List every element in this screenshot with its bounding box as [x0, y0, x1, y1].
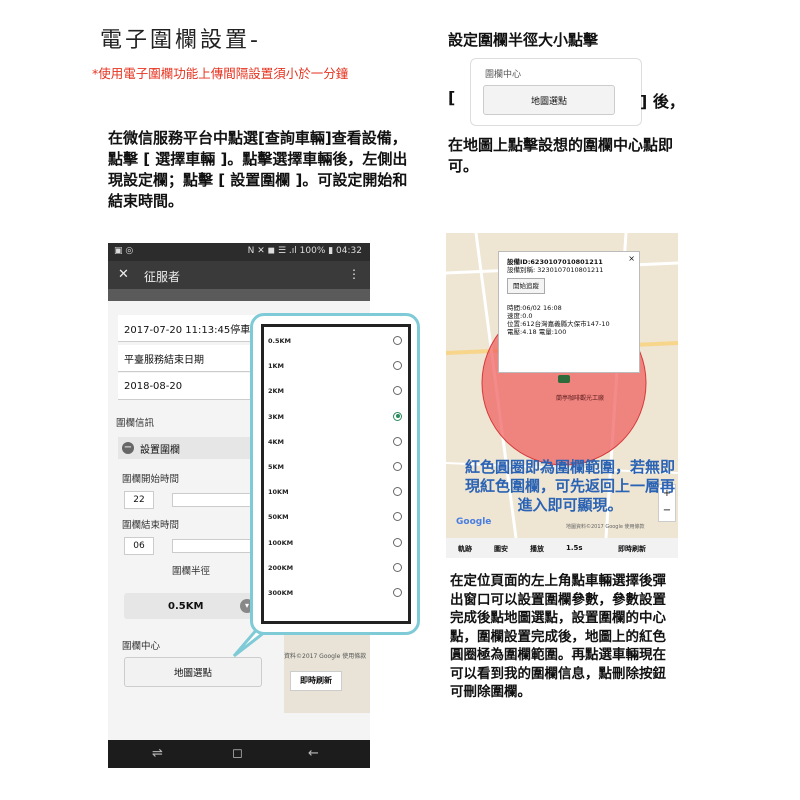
- end-time-slider[interactable]: [172, 539, 254, 553]
- radius-option-radio[interactable]: [393, 462, 402, 471]
- radius-option-label: 4KM: [268, 437, 285, 446]
- info-speed: 速度:0.0: [507, 312, 533, 320]
- google-logo: Google: [456, 517, 492, 527]
- fence-overlay-note: 紅色圓圈即為圍欄範圍，若無即現紅色圍欄，可先返回上一層再進入即可顯現。: [464, 458, 675, 514]
- map-strip: [108, 289, 370, 301]
- fence-info-heading: 圍欄信訊: [116, 418, 155, 429]
- set-fence-label: 設置圍欄: [140, 444, 180, 456]
- radius-option-radio[interactable]: [393, 386, 402, 396]
- app-bar: ✕ 征服者 ⋮: [108, 261, 370, 289]
- fence-center-label: 圍欄中心: [485, 70, 522, 80]
- map-bottom-bar: 軌跡 圍安 播放 1.5s 即時刷新: [446, 538, 678, 558]
- radius-option-label: 1KM: [268, 362, 285, 371]
- device-name: 設備別稱: 3230107010801211: [507, 266, 604, 274]
- start-tracking-button[interactable]: 開始追蹤: [507, 278, 545, 294]
- service-end-label: 平臺服務結束日期: [124, 354, 204, 366]
- radius-select-value: 0.5KM: [168, 600, 204, 612]
- start-time-slider[interactable]: [172, 493, 254, 507]
- radius-option-radio[interactable]: [393, 487, 402, 497]
- stop-time-text: 2017-07-20 11:13:45停車: [124, 324, 251, 336]
- fence-center-card: 圍欄中心 地圖選點: [470, 58, 642, 126]
- info-voltage: 電壓:4.18 電量:100: [507, 328, 567, 336]
- recent-icon[interactable]: ←: [308, 746, 319, 761]
- car-icon[interactable]: [558, 375, 570, 383]
- fence-center-label-phone: 圍欄中心: [122, 641, 161, 652]
- radius-option-label: 100KM: [268, 538, 294, 547]
- radius-option-radio[interactable]: [393, 336, 402, 345]
- radius-popup-frame: 0.5KM 1KM 2KM 3KM 4KM 5KM 10KM 50KM 100KM 200KM 30…: [250, 313, 420, 635]
- service-end-date: 2018-08-20: [124, 380, 183, 392]
- right-top-title: 設定圍欄半徑大小點擊: [448, 31, 599, 49]
- radius-option-label: 0.5KM: [268, 337, 292, 345]
- radius-option-label: 50KM: [268, 513, 289, 522]
- radius-option-radio[interactable]: [393, 361, 402, 371]
- map-bottom-item[interactable]: 1.5s: [566, 544, 583, 552]
- app-title: 征服者: [144, 270, 181, 284]
- map-credit: 資料©2017 Google 使用條款: [284, 653, 367, 660]
- refresh-button[interactable]: 即時刷新: [290, 671, 342, 691]
- poi-label: 蘭亭咖啡觀光工廠: [556, 395, 605, 402]
- warning-note: *使用電子圍欄功能上傳間隔設置須小於一分鐘: [92, 66, 349, 81]
- radius-option-radio[interactable]: [393, 562, 402, 572]
- radius-option-label: 2KM: [268, 387, 285, 396]
- bracket-open: [: [448, 88, 456, 107]
- map-bottom-item[interactable]: 軌跡: [458, 544, 472, 554]
- close-icon-info[interactable]: ×: [628, 255, 635, 263]
- map-pick-button[interactable]: 地圖選點: [124, 657, 262, 687]
- info-window: 設備ID:6230107010801211 設備別稱: 323010701080…: [498, 251, 640, 373]
- map-pick-button-sample[interactable]: 地圖選點: [483, 85, 615, 115]
- device-id: 設備ID:6230107010801211: [507, 258, 603, 266]
- status-icons-left: ▣ ◎: [114, 246, 134, 256]
- radius-option-radio[interactable]: [393, 588, 402, 597]
- radius-option-label: 200KM: [268, 563, 294, 572]
- radius-option-radio[interactable]: [393, 436, 402, 446]
- radius-option-radio[interactable]: [393, 411, 402, 421]
- set-fence-toggle[interactable]: − 設置圍欄: [118, 437, 268, 459]
- start-time-label: 圍欄開始時間: [122, 474, 180, 485]
- close-icon[interactable]: ✕: [118, 267, 129, 282]
- more-icon[interactable]: ⋮: [348, 267, 360, 281]
- radius-option-radio[interactable]: [393, 537, 402, 547]
- end-time-value[interactable]: 06: [124, 537, 154, 555]
- map-credit-right: 地圖資料©2017 Google 使用條款: [566, 524, 645, 530]
- map-bottom-item[interactable]: 即時刷新: [618, 544, 646, 554]
- radius-option-radio[interactable]: [393, 512, 402, 522]
- home-icon[interactable]: ◻: [232, 746, 243, 761]
- minus-circle-icon: −: [122, 442, 134, 454]
- bracket-close: ] 後，: [640, 92, 685, 111]
- radius-option-label: 5KM: [268, 463, 285, 471]
- left-instructions: 在微信服務平台中點選[查詢車輛]查看設備，點擊 [ 選擇車輛 ]。點擊選擇車輛後…: [108, 129, 408, 210]
- status-icons-right: N ✕ ◼ ☰ .ıl 100% ▮ 04:32: [247, 246, 362, 256]
- start-time-value[interactable]: 22: [124, 491, 154, 509]
- bottom-instructions: 在定位頁面的左上角點車輛選擇後彈出窗口可以設置圍欄參數，參數設置完成後點地圖選點…: [450, 573, 666, 700]
- radius-option-label: 3KM: [268, 412, 285, 421]
- map-bottom-item[interactable]: 播放: [530, 544, 544, 554]
- status-bar: ▣ ◎ N ✕ ◼ ☰ .ıl 100% ▮ 04:32: [108, 243, 370, 261]
- info-time: 時間:06/02 16:08: [507, 304, 562, 312]
- page-title: 電子圍欄設置-: [100, 28, 261, 53]
- right-instructions: 在地圖上點擊設想的圍欄中心點即可。: [448, 136, 674, 175]
- end-time-label: 圍欄結束時間: [122, 520, 180, 531]
- radius-label: 圍欄半徑: [172, 566, 211, 577]
- map-bottom-item[interactable]: 圍安: [494, 544, 508, 554]
- radius-option-label: 300KM: [268, 589, 294, 597]
- back-icon[interactable]: ⇌: [152, 746, 163, 761]
- radius-options-popup: 0.5KM 1KM 2KM 3KM 4KM 5KM 10KM 50KM 100KM 200KM 30…: [261, 324, 411, 624]
- radius-option-label: 10KM: [268, 488, 289, 497]
- info-position: 位置:612台灣嘉義縣大保市147-10: [507, 320, 610, 328]
- mini-map-area: [284, 623, 370, 713]
- nav-bar: ⇌ ◻ ←: [108, 740, 370, 768]
